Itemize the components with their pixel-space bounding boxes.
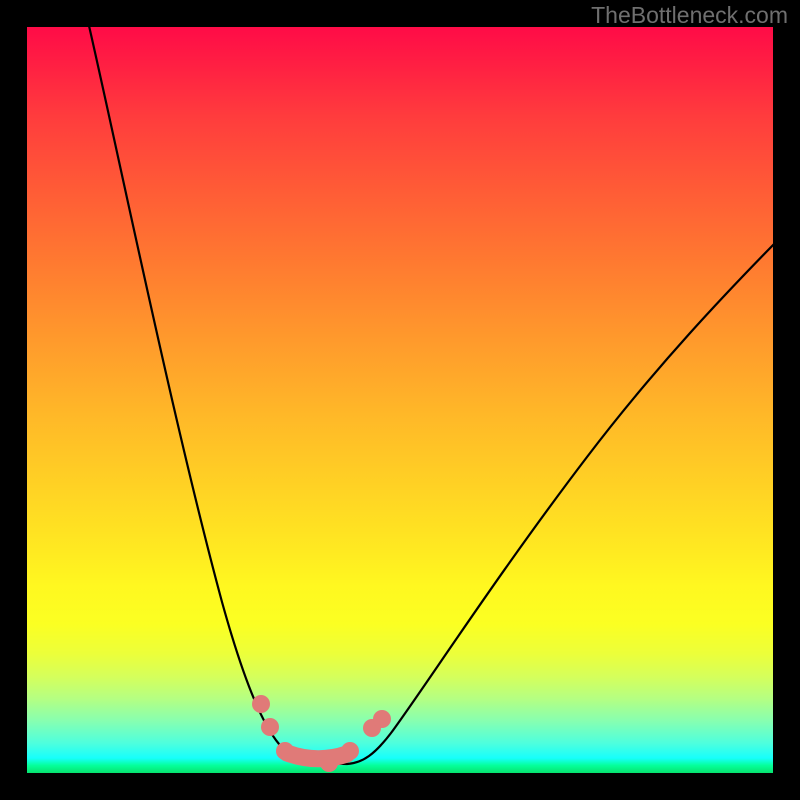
chart-curve-svg	[27, 27, 773, 773]
curve-minimum-highlight	[287, 753, 347, 759]
curve-marker	[341, 742, 359, 760]
bottleneck-curve	[87, 27, 773, 764]
curve-marker	[261, 718, 279, 736]
chart-plot-area	[27, 27, 773, 773]
watermark-text: TheBottleneck.com	[591, 2, 788, 29]
curve-marker	[320, 754, 338, 772]
curve-marker	[373, 710, 391, 728]
curve-marker	[252, 695, 270, 713]
curve-marker	[276, 742, 294, 760]
